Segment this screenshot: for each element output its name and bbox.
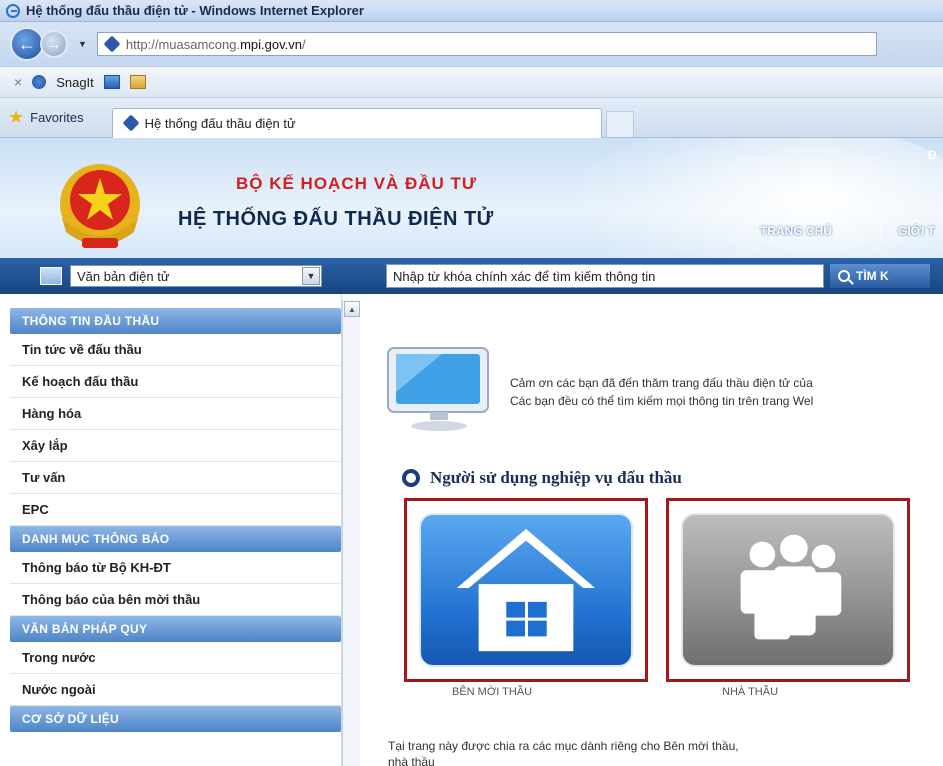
sidebar-item-consulting[interactable]: Tư vấn	[10, 462, 341, 494]
window-title: Hệ thống đấu thầu điện tử - Windows Inte…	[26, 3, 364, 18]
url-suffix: /	[302, 36, 306, 52]
internet-explorer-icon	[6, 3, 20, 18]
header-decoration	[563, 138, 943, 258]
document-icon	[40, 267, 62, 285]
sidebar-section-header[interactable]: CƠ SỞ DỮ LIỆU	[10, 706, 341, 732]
category-select[interactable]: Văn bản điện tử ▼	[70, 265, 322, 287]
sidebar-item-plan[interactable]: Kế hoạch đấu thầu	[10, 366, 341, 398]
search-button[interactable]: TÌM K	[830, 264, 930, 288]
favorites-button[interactable]: Favorites	[30, 110, 83, 125]
nav-about-link[interactable]: GIỚI T	[898, 224, 935, 238]
sidebar-section-header[interactable]: THÔNG TIN ĐẦU THẦU	[10, 308, 341, 334]
snagit-icon	[32, 75, 47, 89]
search-button-label: TÌM K	[856, 269, 889, 283]
section-title: Người sử dụng nghiệp vụ đấu thầu	[402, 468, 682, 488]
sidebar-scrollbar[interactable]: ▲	[342, 300, 360, 766]
welcome-line-1: Cảm ơn các bạn đã đến thăm trang đấu thầ…	[510, 376, 813, 390]
sidebar-item-ministry-notices[interactable]: Thông báo từ Bộ KH-ĐT	[10, 552, 341, 584]
search-bar: Văn bản điện tử ▼ TÌM K	[0, 258, 943, 294]
category-select-value: Văn bản điện tử	[77, 268, 170, 284]
contractor-tile-face[interactable]	[681, 513, 895, 667]
address-bar: ← → ▼ http://muasamcong. mpi.gov.vn /	[0, 22, 943, 66]
intro-line-1: Tại trang này được chia ra các mục dành …	[388, 739, 739, 753]
snagit-button[interactable]: SnagIt	[56, 75, 94, 90]
sidebar-item-news[interactable]: Tin tức về đấu thầu	[10, 334, 341, 366]
sidebar-item-epc[interactable]: EPC	[10, 494, 341, 526]
chevron-down-icon[interactable]: ▼	[302, 267, 320, 285]
search-input[interactable]	[386, 264, 824, 288]
url-prefix: http://muasamcong.	[125, 36, 241, 52]
sidebar-item-foreign[interactable]: Nước ngoài	[10, 674, 341, 706]
header-corner-text[interactable]: Đ	[928, 148, 937, 162]
house-icon	[456, 528, 596, 652]
search-icon	[838, 270, 850, 282]
radio-bullet-icon	[402, 469, 420, 487]
forward-button[interactable]: →	[40, 30, 68, 58]
contractor-tile[interactable]	[666, 498, 910, 682]
command-bar: × SnagIt	[0, 66, 943, 98]
welcome-line-2: Các bạn đều có thể tìm kiếm mọi thông ti…	[510, 394, 814, 408]
scroll-up-arrow-icon[interactable]: ▲	[344, 301, 360, 317]
favorites-star-icon[interactable]: ★	[8, 107, 24, 128]
contractor-tile-label[interactable]: NHÀ THẦU	[722, 686, 778, 698]
sidebar-item-construction[interactable]: Xây lắp	[10, 430, 341, 462]
window-title-bar: Hệ thống đấu thầu điện tử - Windows Inte…	[0, 0, 943, 22]
new-tab-button[interactable]	[605, 110, 634, 137]
forward-arrow-icon: →	[47, 36, 61, 52]
close-toolbar-icon[interactable]: ×	[14, 74, 22, 90]
back-arrow-icon: ←	[18, 33, 36, 54]
url-field[interactable]: http://muasamcong. mpi.gov.vn /	[96, 32, 877, 56]
sidebar: THÔNG TIN ĐẦU THẦU Tin tức về đấu thầu K…	[10, 294, 342, 766]
ministry-name: BỘ KẾ HOẠCH VÀ ĐẦU TƯ	[236, 174, 477, 193]
people-group-icon	[740, 534, 842, 640]
nav-home-link[interactable]: TRANG CHỦ	[760, 224, 832, 238]
sidebar-section-header[interactable]: VĂN BẢN PHÁP QUY	[10, 616, 341, 642]
snagit-folder-icon[interactable]	[129, 75, 146, 89]
computer-monitor-icon	[387, 347, 489, 431]
buyer-tile-face[interactable]	[419, 513, 633, 667]
sidebar-item-goods[interactable]: Hàng hóa	[10, 398, 341, 430]
intro-paragraph: Tại trang này được chia ra các mục dành …	[388, 738, 928, 766]
buyer-tile[interactable]	[404, 498, 648, 682]
intro-line-2: nhà thầu	[388, 755, 435, 766]
snagit-capture-icon[interactable]	[103, 75, 120, 89]
tab-title: Hệ thống đấu thầu điện tử	[144, 115, 296, 131]
sidebar-item-buyer-notices[interactable]: Thông báo của bên mời thầu	[10, 584, 341, 616]
national-emblem-icon	[60, 164, 140, 248]
section-title-text: Người sử dụng nghiệp vụ đấu thầu	[430, 468, 682, 487]
nav-divider	[880, 220, 881, 242]
site-header: BỘ KẾ HOẠCH VÀ ĐẦU TƯ HỆ THỐNG ĐẤU THẦU …	[0, 138, 943, 258]
buyer-tile-label[interactable]: BÊN MỜI THẦU	[452, 686, 532, 698]
favorites-bar: ★ Favorites Hệ thống đấu thầu điện tử	[0, 98, 943, 138]
history-dropdown-icon[interactable]: ▼	[78, 39, 87, 49]
browser-tab[interactable]: Hệ thống đấu thầu điện tử	[111, 107, 602, 138]
welcome-text: Cảm ơn các bạn đã đến thăm trang đấu thầ…	[510, 374, 813, 410]
site-favicon-icon	[104, 36, 120, 52]
back-button[interactable]: ←	[10, 27, 44, 61]
system-title: HỆ THỐNG ĐẤU THẦU ĐIỆN TỬ	[178, 208, 494, 230]
sidebar-item-domestic[interactable]: Trong nước	[10, 642, 341, 674]
url-domain: mpi.gov.vn	[240, 36, 302, 52]
tab-favicon-icon	[123, 115, 139, 131]
sidebar-section-header[interactable]: DANH MỤC THÔNG BÁO	[10, 526, 341, 552]
